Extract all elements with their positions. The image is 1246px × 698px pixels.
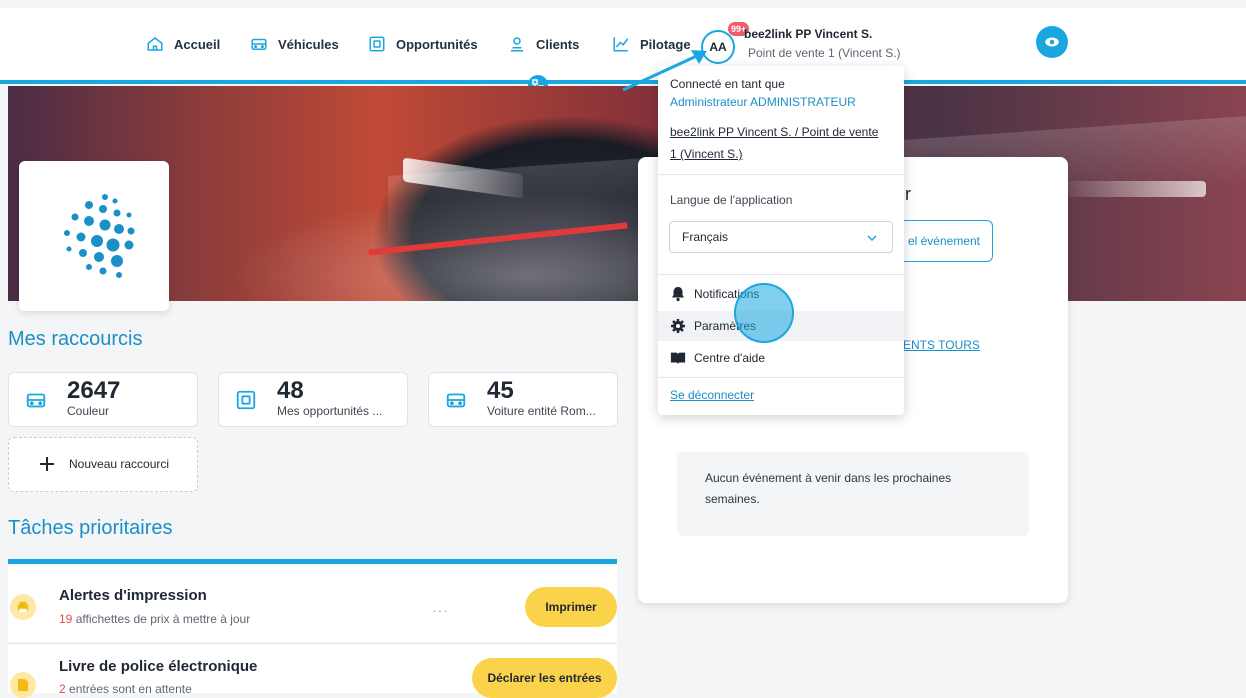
shortcut-value: 45 [487, 377, 514, 404]
shortcut-label: Mes opportunités ... [277, 404, 383, 418]
annotation-arrow [622, 50, 707, 92]
eye-button[interactable] [1036, 26, 1068, 58]
events-title-partial: r [905, 184, 911, 204]
plus-icon [40, 457, 54, 471]
document-icon [10, 672, 36, 698]
task-subtitle: 19 affichettes de prix à mettre à jour [59, 612, 250, 626]
user-point-of-sale: Point de vente 1 (Vincent S.) [748, 46, 901, 60]
opportunity-icon [369, 36, 385, 52]
book-icon [670, 352, 686, 365]
more-options-icon[interactable]: ··· [432, 602, 449, 618]
declare-entries-button[interactable]: Déclarer les entrées [472, 658, 617, 698]
company-logo [19, 161, 169, 311]
task-subtitle: 2 entrées sont en attente [59, 682, 192, 696]
shortcut-label: Couleur [67, 404, 110, 418]
bell-icon [672, 287, 684, 302]
task-count: 19 [59, 612, 73, 626]
language-select[interactable]: Français [669, 221, 893, 253]
nav-label: Véhicules [278, 36, 339, 52]
home-icon [147, 37, 163, 51]
eye-icon [1045, 37, 1059, 47]
task-sub-text: entrées sont en attente [65, 682, 192, 696]
nav-label: Clients [536, 36, 580, 52]
chevron-down-icon [867, 235, 877, 242]
nav-label: Accueil [174, 36, 221, 52]
tasks-title: Tâches prioritaires [8, 517, 173, 539]
divider [658, 274, 904, 275]
new-event-button[interactable]: el événement [893, 220, 993, 262]
user-dropdown-menu: Connecté en tant que Administrateur ADMI… [658, 66, 904, 415]
shortcut-card[interactable]: 48 Mes opportunités ... [218, 372, 408, 427]
dots-logo-icon [64, 194, 135, 278]
shortcut-card[interactable]: 2647 Couleur [8, 372, 198, 427]
printer-icon [10, 594, 36, 620]
nav-label: Opportunités [396, 36, 478, 52]
task-sub-text: affichettes de prix à mettre à jour [72, 612, 251, 626]
opportunity-icon [236, 390, 256, 410]
divider [658, 174, 904, 175]
org-link-line1[interactable]: bee2link PP Vincent S. / Point de vente [670, 125, 878, 139]
new-shortcut-label: Nouveau raccourci [69, 457, 170, 471]
car-icon [446, 393, 466, 408]
language-value: Français [682, 230, 729, 244]
tours-link[interactable]: MENTS TOURS [893, 338, 980, 352]
task-title: Alertes d'impression [59, 587, 207, 604]
task-row: Alertes d'impression 19 affichettes de p… [8, 566, 617, 642]
task-count: 2 [59, 682, 66, 696]
no-event-box: Aucun événement à venir dans les prochai… [677, 452, 1029, 536]
shortcuts-title: Mes raccourcis [8, 328, 143, 350]
new-shortcut-button[interactable]: Nouveau raccourci [8, 437, 198, 492]
menu-item-label: Centre d'aide [694, 351, 766, 365]
divider [658, 377, 904, 378]
gear-icon [671, 319, 685, 333]
no-event-text: Aucun événement à venir dans les prochai… [705, 471, 952, 506]
shortcut-card[interactable]: 45 Voiture entité Rom... [428, 372, 618, 427]
user-name[interactable]: bee2link PP Vincent S. [744, 27, 872, 41]
task-title: Livre de police électronique [59, 658, 258, 675]
shortcut-value: 48 [277, 377, 304, 404]
nav-accueil[interactable]: Accueil [146, 8, 220, 80]
org-link-line2[interactable]: 1 (Vincent S.) [670, 147, 742, 161]
nav-clients[interactable]: Clients [508, 8, 579, 80]
print-button[interactable]: Imprimer [525, 587, 617, 627]
shortcut-value: 2647 [67, 377, 121, 404]
user-icon [511, 37, 523, 52]
click-indicator [734, 283, 794, 343]
car-icon [251, 38, 267, 50]
logout-link[interactable]: Se déconnecter [670, 388, 754, 402]
nav-opportunites[interactable]: Opportunités [368, 8, 478, 80]
role-label: Administrateur ADMINISTRATEUR [670, 95, 856, 109]
language-label: Langue de l'application [670, 193, 793, 207]
tasks-divider [8, 559, 617, 564]
task-row: Livre de police électronique 2 entrées s… [8, 644, 617, 698]
nav-vehicules[interactable]: Véhicules [250, 8, 339, 80]
menu-item-help[interactable]: Centre d'aide [658, 343, 904, 373]
car-icon [26, 393, 46, 408]
shortcut-label: Voiture entité Rom... [487, 404, 596, 418]
